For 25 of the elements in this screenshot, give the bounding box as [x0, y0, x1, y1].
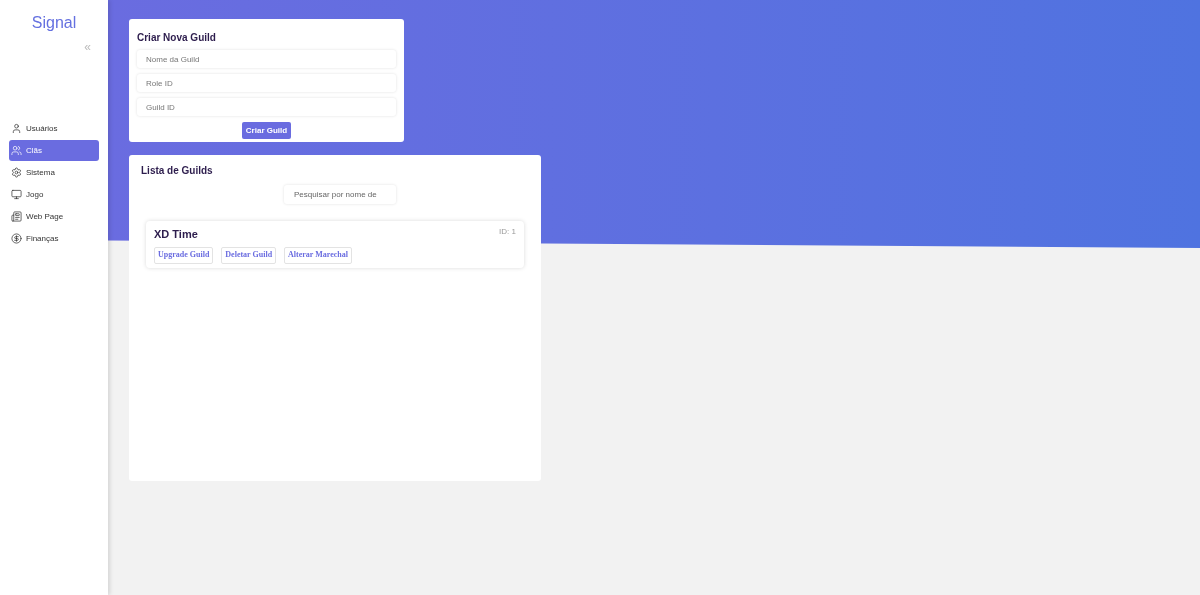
sidebar-item[interactable]: Jogo [9, 184, 99, 205]
input-field[interactable]: Guild ID [137, 98, 396, 116]
action-button[interactable]: Alterar Marechal [284, 246, 352, 264]
sidebar-item[interactable]: Finanças [9, 228, 99, 249]
guild-name: XD Time [154, 227, 198, 242]
users-icon [11, 145, 22, 156]
sidebar-item[interactable]: Clãs [9, 140, 99, 161]
create-guild-button[interactable]: Criar Guild [241, 122, 292, 139]
card-title: Criar Nova Guild [137, 31, 217, 45]
guild-id: ID: 1 [499, 226, 516, 238]
sidebar-item[interactable]: Usuários [9, 118, 99, 139]
input-field[interactable]: Role ID [137, 74, 396, 92]
dollar-icon [11, 233, 22, 244]
sidebar-item[interactable]: Sistema [9, 162, 99, 183]
settings-icon [11, 167, 22, 178]
search-field[interactable]: Pesquisar por nome de [284, 185, 396, 204]
page-icon [11, 211, 22, 222]
sidebar-item[interactable]: Web Page [9, 206, 99, 227]
brand-title: Signal [31, 13, 77, 33]
action-button[interactable]: Deletar Guild [221, 246, 277, 264]
action-button[interactable]: Upgrade Guild [154, 246, 214, 264]
user-icon [11, 123, 22, 134]
card-title: Lista de Guilds [141, 164, 214, 178]
input-field[interactable]: Nome da Guild [137, 50, 396, 68]
monitor-icon [11, 189, 22, 200]
